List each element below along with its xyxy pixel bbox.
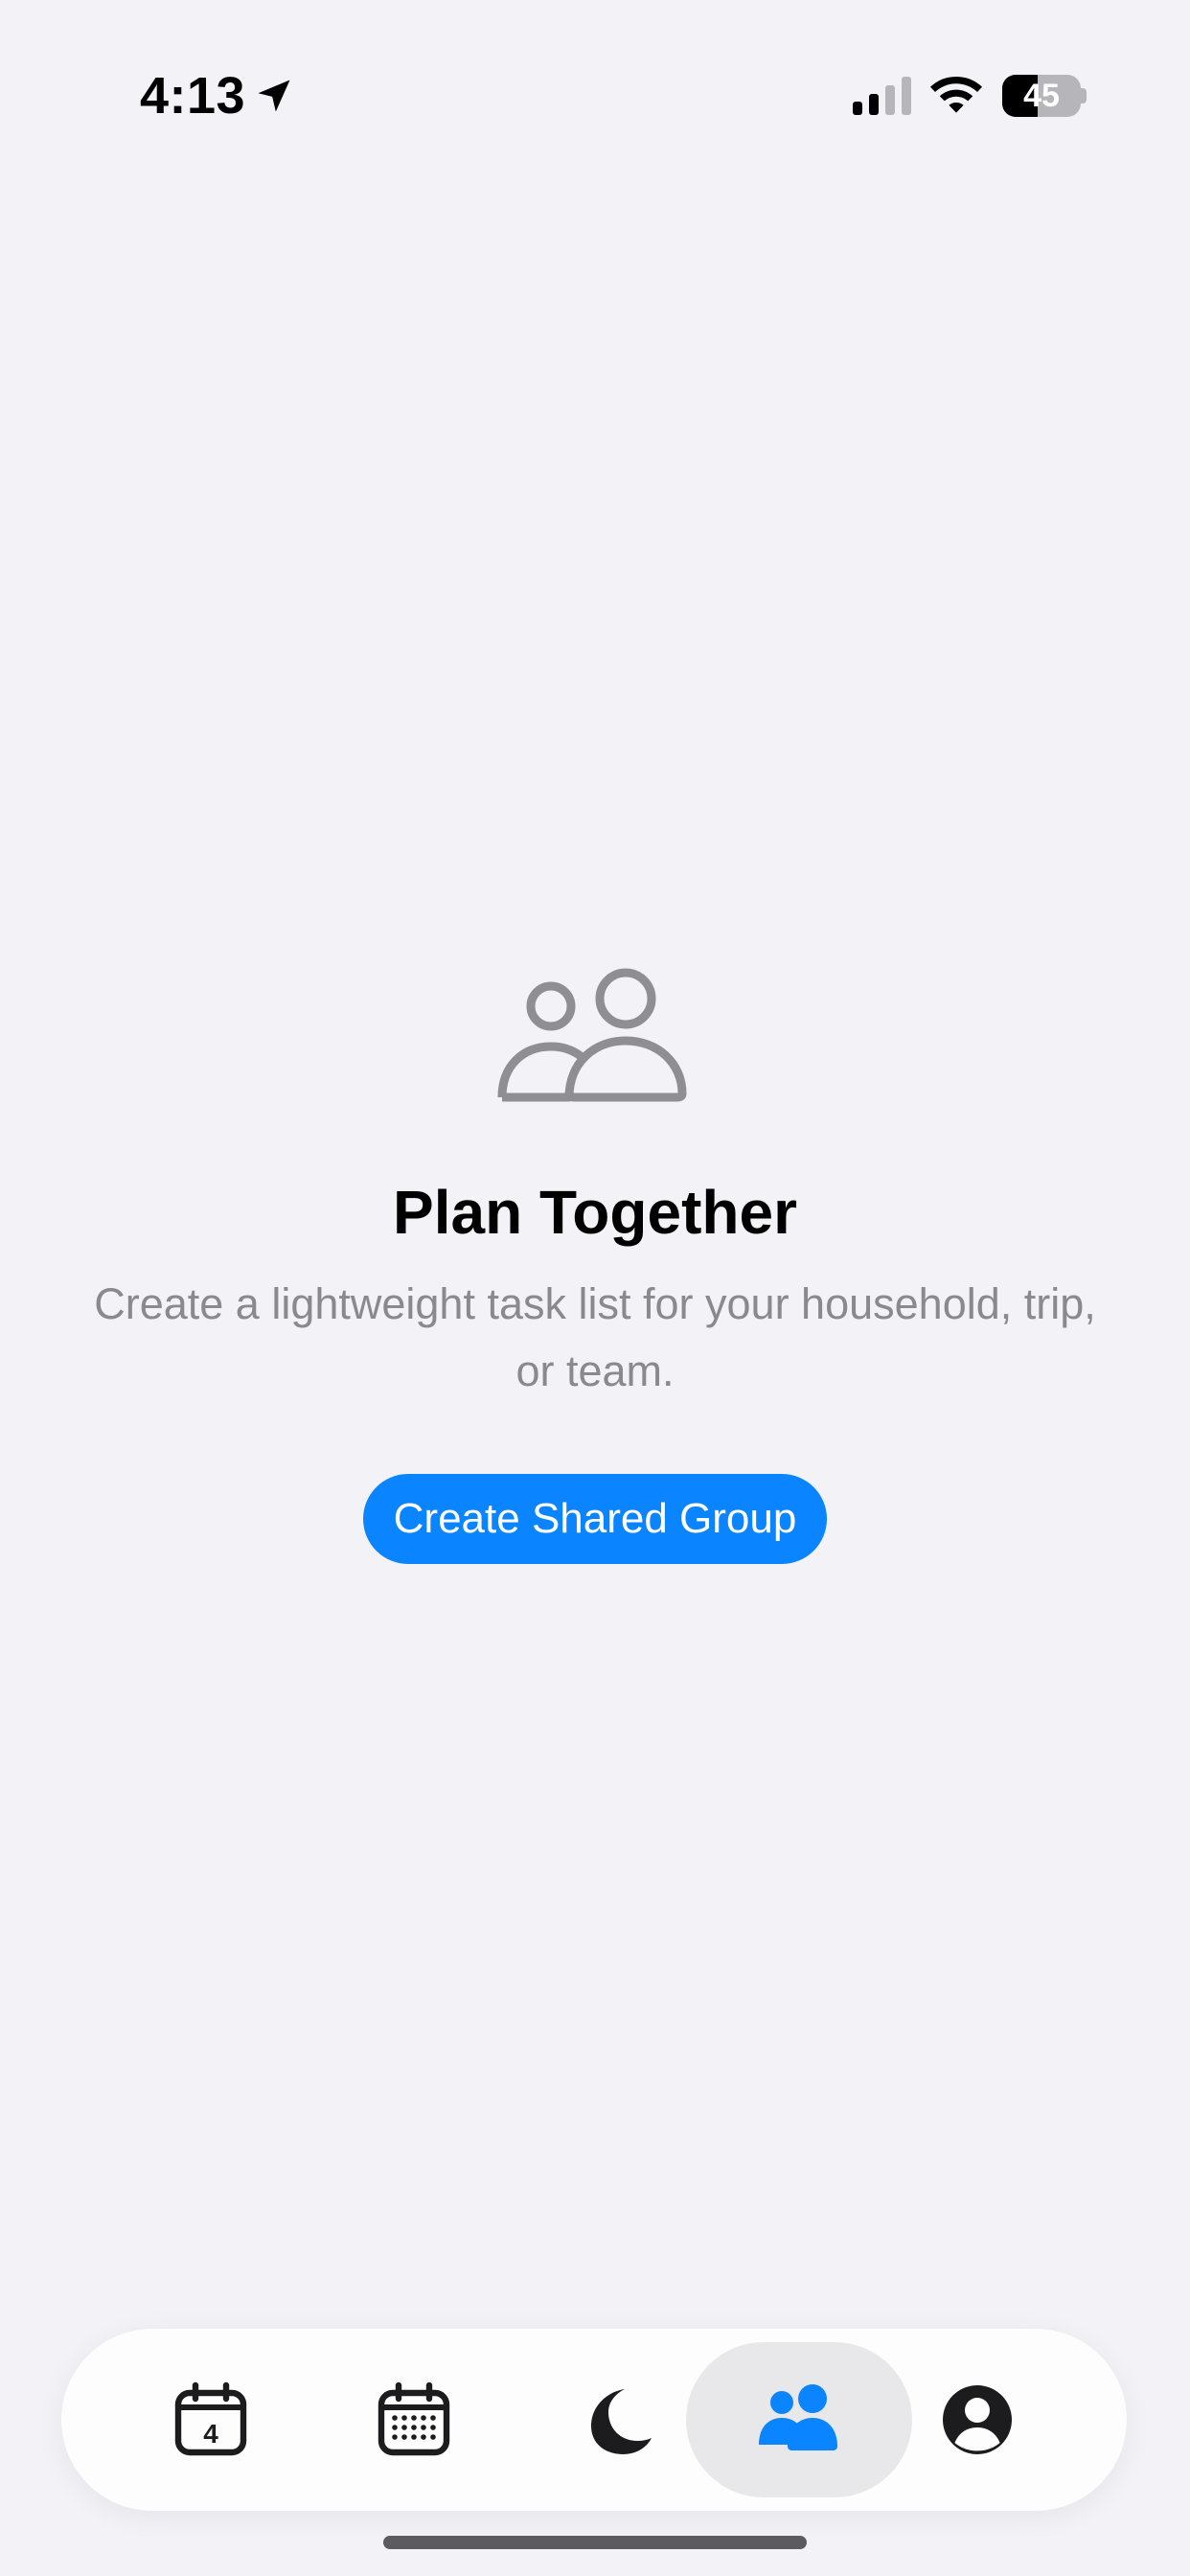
- status-bar: 4:13 45: [0, 0, 1190, 192]
- people-fill-icon: [759, 2384, 837, 2450]
- battery-percent: 45: [1023, 78, 1060, 114]
- home-indicator[interactable]: [383, 2536, 807, 2549]
- tab-profile[interactable]: [864, 2342, 1090, 2497]
- moon-icon: [591, 2389, 652, 2454]
- wifi-icon: [930, 77, 982, 113]
- tab-calendar[interactable]: [301, 2342, 527, 2497]
- calendar-day-icon: 4: [174, 2381, 247, 2456]
- calendar-month-icon: [378, 2381, 450, 2456]
- calendar-day-badge: 4: [203, 2419, 218, 2449]
- create-shared-group-button[interactable]: Create Shared Group: [362, 1474, 828, 1564]
- empty-state-description: Create a lightweight task list for your …: [94, 1279, 1096, 1395]
- battery-nub: [1081, 88, 1087, 104]
- battery-body: 45: [1002, 75, 1081, 117]
- tab-today[interactable]: 4: [98, 2342, 324, 2497]
- empty-state-title: Plan Together: [393, 1178, 797, 1247]
- empty-state: Plan Together Create a lightweight task …: [0, 968, 1190, 1564]
- battery-icon: 45: [1002, 75, 1087, 117]
- tab-bar: 4: [61, 2329, 1127, 2511]
- cellular-signal-icon: [853, 77, 911, 115]
- people-icon: [497, 968, 687, 1102]
- location-arrow-icon: [258, 80, 290, 112]
- person-circle-icon: [943, 2385, 1012, 2454]
- status-time: 4:13: [140, 67, 246, 125]
